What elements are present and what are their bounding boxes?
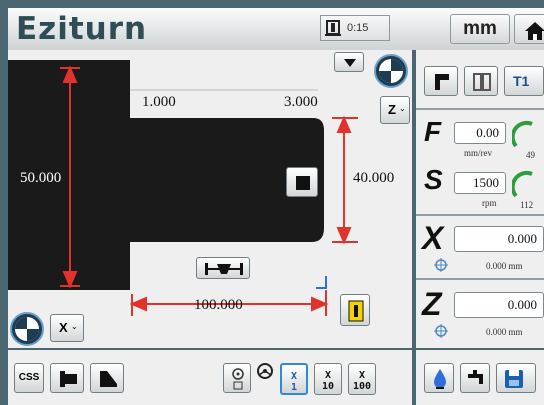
save-icon	[505, 370, 523, 388]
css-button[interactable]: CSS	[14, 363, 44, 393]
caret-down-icon	[344, 59, 356, 67]
x-axis-sub-number: 0.000	[486, 261, 507, 271]
z-axis-value[interactable]: 0.000	[454, 292, 544, 318]
coolant-drop-icon	[434, 369, 446, 389]
program-button[interactable]	[340, 294, 370, 326]
divider	[416, 278, 544, 280]
toolpath-icon	[205, 263, 243, 275]
speed-unit: rpm	[482, 198, 497, 208]
tool-label: T1	[513, 73, 530, 89]
feed-gauge-value: 49	[526, 150, 535, 160]
dim-top-right[interactable]: 3.000	[284, 94, 318, 111]
z-axis-label: Z	[422, 286, 442, 322]
spindle-view-icon[interactable]	[374, 54, 408, 88]
timer-value: 0:15	[347, 22, 369, 34]
crosshair-icon	[434, 258, 448, 272]
face-cut-button[interactable]	[50, 363, 84, 393]
save-button[interactable]	[496, 363, 536, 393]
home-button[interactable]	[514, 14, 544, 44]
face-cut-icon	[60, 371, 77, 387]
app-logo: Eziturn	[16, 11, 148, 47]
bottom-toolbar: CSS X 1 X 10 X 100	[8, 350, 544, 405]
dim-top-left[interactable]: 1.000	[142, 94, 176, 111]
speed-gauge-icon	[512, 170, 533, 198]
divider	[416, 214, 544, 216]
jog-x1-button[interactable]: X 1	[280, 363, 308, 395]
x-axis-sub-value: 0.000 mm	[486, 261, 523, 271]
divider	[416, 108, 544, 110]
feed-label: F	[424, 116, 442, 147]
program-icon	[348, 300, 364, 322]
faucet-icon	[468, 370, 483, 384]
taper-cut-icon	[100, 371, 117, 387]
tool-select-button[interactable]: T1	[504, 66, 544, 96]
jog-step-label: 10	[321, 381, 335, 392]
dim-diameter-left[interactable]: 50.000	[20, 170, 61, 187]
handwheel-icon	[232, 368, 244, 390]
feed-unit: mm/rev	[464, 148, 492, 158]
chevron-down-icon: ⌄	[71, 322, 78, 331]
speed-value[interactable]: 1500	[454, 172, 506, 194]
z-axis-sub-number: 0.000	[486, 327, 507, 337]
jog-axis-label: X	[358, 370, 366, 381]
speed-gauge-value: 112	[520, 200, 534, 210]
jog-x10-button[interactable]: X 10	[314, 363, 342, 395]
dim-length[interactable]: 100.000	[194, 297, 243, 314]
x-axis-value[interactable]: 0.000	[454, 226, 544, 252]
x-axis-label: X	[422, 220, 444, 256]
x-axis-sub-unit: mm	[508, 261, 523, 271]
crosshair-icon	[434, 324, 448, 338]
speed-label: S	[424, 164, 443, 195]
home-icon	[525, 22, 544, 40]
jog-axis-label: X	[324, 370, 332, 381]
jog-step-label: 1	[290, 382, 298, 393]
jog-step-label: 100	[352, 381, 372, 392]
z-axis-sub-unit: mm	[508, 327, 523, 337]
timer-icon	[325, 20, 341, 36]
tool-table-icon	[473, 73, 491, 91]
steering-wheel-icon	[257, 363, 273, 379]
stop-button[interactable]	[286, 167, 318, 197]
jog-axis-label: X	[290, 371, 298, 382]
z-axis-sub-value: 0.000 mm	[486, 327, 523, 337]
status-panel: T1 F 0.00 mm/rev 49 S 1500 rpm 112 X 0.0…	[416, 50, 544, 348]
feed-value[interactable]: 0.00	[454, 122, 506, 144]
dim-diameter-right[interactable]: 40.000	[353, 170, 394, 187]
view-dropdown-button[interactable]	[334, 52, 364, 72]
tool-holder-icon	[435, 74, 449, 90]
part-drawing: 1.000 3.000 50.000 40.000 100.000 Z ⌄ X …	[8, 50, 412, 348]
chevron-down-icon: ⌄	[399, 104, 406, 113]
coolant-button[interactable]	[424, 363, 454, 393]
z-toggle-label: Z	[388, 102, 396, 117]
divider	[412, 350, 416, 405]
x-toggle-label: X	[59, 320, 68, 335]
x-toggle-button[interactable]: X ⌄	[50, 314, 84, 342]
header-bar: Eziturn 0:15 mm	[8, 8, 544, 50]
cycle-timer: 0:15	[320, 15, 390, 41]
handwheel-button[interactable]	[223, 363, 251, 393]
square-icon	[296, 176, 310, 190]
jog-x100-button[interactable]: X 100	[348, 363, 376, 395]
chuck-view-icon[interactable]	[10, 312, 44, 346]
tool-table-button[interactable]	[464, 66, 498, 96]
toolpath-button[interactable]	[196, 257, 250, 279]
tool-holder-button[interactable]	[424, 66, 458, 96]
feed-gauge-icon	[512, 120, 533, 148]
tap-button[interactable]	[460, 363, 490, 393]
z-toggle-button[interactable]: Z ⌄	[380, 96, 410, 124]
taper-cut-button[interactable]	[90, 363, 124, 393]
unit-button[interactable]: mm	[450, 14, 510, 44]
